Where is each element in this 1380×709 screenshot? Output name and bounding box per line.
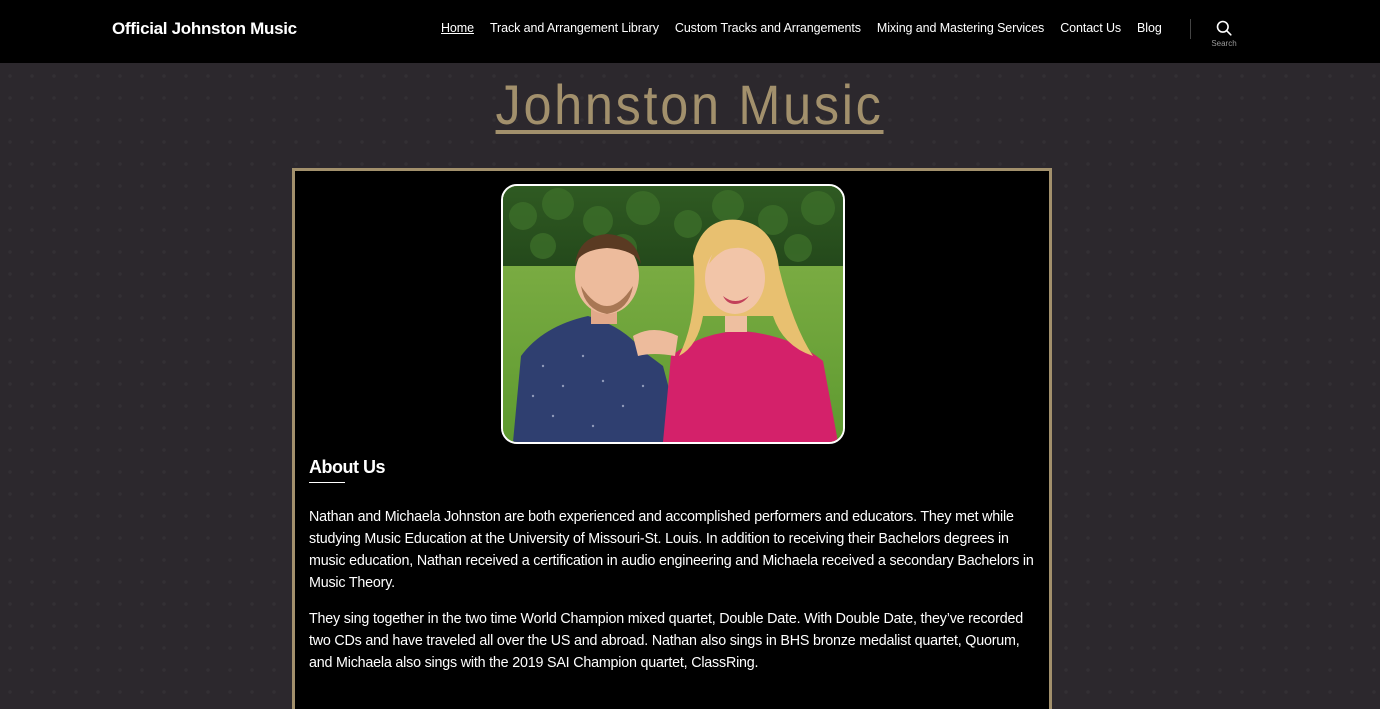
- couple-photo-illustration: [503, 186, 843, 442]
- heading-underline: [309, 482, 345, 483]
- site-header: Official Johnston Music Home Track and A…: [0, 0, 1380, 63]
- about-heading: About Us: [309, 457, 386, 477]
- about-paragraph-2: They sing together in the two time World…: [309, 611, 1023, 671]
- nav-divider: [1190, 19, 1191, 39]
- search-icon: [1216, 20, 1232, 36]
- hero: Johnston Music: [0, 72, 1380, 137]
- nav-item-mixing-mastering[interactable]: Mixing and Mastering Services: [877, 21, 1044, 35]
- nav-item-blog[interactable]: Blog: [1137, 21, 1162, 35]
- primary-nav: Home Track and Arrangement Library Custo…: [441, 21, 1178, 35]
- nav-item-track-library[interactable]: Track and Arrangement Library: [490, 21, 659, 35]
- nav-item-contact[interactable]: Contact Us: [1060, 21, 1121, 35]
- page-title-link[interactable]: Johnston Music: [496, 72, 884, 137]
- search-button[interactable]: Search: [1204, 20, 1244, 54]
- nav-item-home[interactable]: Home: [441, 21, 474, 35]
- about-paragraph-1: Nathan and Michaela Johnston are both ex…: [309, 509, 1034, 591]
- about-panel: About Us Nathan and Michaela Johnston ar…: [292, 168, 1052, 709]
- search-label: Search: [1211, 39, 1237, 48]
- couple-photo: [501, 184, 845, 444]
- site-title[interactable]: Official Johnston Music: [112, 19, 297, 39]
- nav-item-custom-tracks[interactable]: Custom Tracks and Arrangements: [675, 21, 861, 35]
